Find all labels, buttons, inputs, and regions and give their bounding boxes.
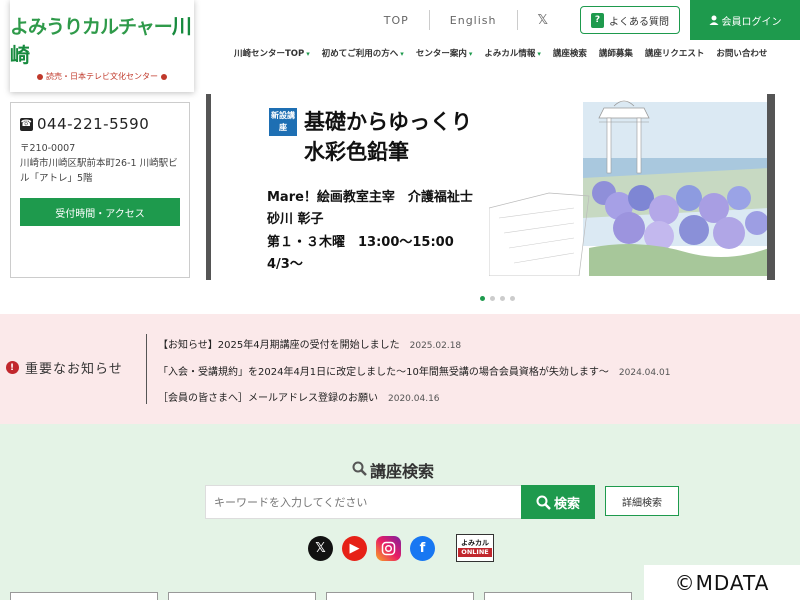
notices-heading: 重要なお知らせ (25, 362, 123, 377)
nav-item[interactable]: 講座検索 (547, 44, 593, 65)
nav-item-label: よみカル情報 (484, 49, 536, 59)
youtube-icon[interactable]: ▶ (342, 535, 367, 561)
login-button[interactable]: 会員ログイン (690, 0, 800, 40)
bottom-tab[interactable] (168, 592, 316, 600)
exclamation-icon: ! (6, 361, 19, 374)
yomikaru-online-icon[interactable]: よみカル ONLINE (456, 534, 494, 562)
top-link[interactable]: TOP (364, 14, 429, 27)
x-icon[interactable]: 𝕏 (518, 13, 568, 28)
search-title: 講座検索 (370, 462, 435, 481)
watermark: ©MDATA (644, 565, 800, 600)
faq-button[interactable]: ? よくある質問 (580, 6, 680, 34)
bottom-tab[interactable] (10, 592, 158, 600)
banner-title-2: 水彩色鉛筆 (304, 140, 409, 164)
social-links: 𝕏 ▶ f よみカル ONLINE (308, 534, 494, 562)
notice-text: 【お知らせ】2025年4月期講座の受付を開始しました (158, 340, 400, 351)
search-button[interactable]: 検索 (521, 485, 595, 519)
search-icon (352, 461, 367, 480)
x-icon[interactable]: 𝕏 (308, 535, 333, 561)
notice-date: 2020.04.16 (388, 394, 440, 404)
caret-down-icon: ▾ (468, 50, 473, 58)
logo-dot-icon (37, 73, 43, 80)
phone-icon: ☎ (20, 117, 33, 131)
nav-item-label: 川崎センターTOP (234, 49, 305, 59)
faq-label: よくある質問 (609, 16, 669, 28)
search-icon (536, 495, 551, 510)
nav-item[interactable]: お問い合わせ (710, 44, 773, 65)
question-icon: ? (591, 12, 604, 28)
nav-item-label: お問い合わせ (716, 49, 768, 59)
access-button[interactable]: 受付時間・アクセス (20, 198, 180, 226)
notice-text: ［会員の皆さまへ］メールアドレス登録のお願い (158, 393, 378, 404)
site-logo[interactable]: よみうりカルチャー川崎 読売・日本テレビ文化センター (10, 0, 194, 92)
login-label: 会員ログイン (721, 16, 782, 28)
bottom-tabs (10, 592, 632, 600)
carousel-dot[interactable] (500, 296, 505, 301)
nav-item-label: 講座リクエスト (644, 49, 705, 59)
yomikaru-label: よみカル (461, 539, 489, 547)
hero-banner[interactable]: 新設講座 基礎からゆっくり 水彩色鉛筆 Mare！絵画教室主宰 介護福祉士 砂川… (206, 94, 767, 280)
banner-schedule: 第１・３木曜 13:00〜15:00 (267, 235, 454, 250)
carousel-dot[interactable] (510, 296, 515, 301)
nav-item-label: 講座検索 (552, 49, 587, 59)
notice-date: 2025.02.18 (409, 341, 462, 351)
person-icon (709, 15, 718, 25)
nav-item-label: 初めてご利用の方へ (321, 49, 399, 59)
search-input[interactable] (205, 485, 522, 519)
online-label: ONLINE (458, 548, 492, 557)
instagram-icon[interactable] (376, 535, 401, 561)
nav-item[interactable]: よみカル情報 ▾ (478, 44, 547, 65)
notice-date: 2024.04.01 (618, 368, 671, 378)
nav-item[interactable]: 講座リクエスト (639, 44, 711, 65)
notice-text: 「入会・受講規約」を2024年4月1日に改定しました〜10年間無受講の場合会員資… (158, 367, 609, 378)
postal-code: 〒210-0007 (20, 143, 76, 154)
gazebo-illustration (489, 100, 767, 276)
top-bar: TOP English 𝕏 ? よくある質問 会員ログイン (364, 0, 800, 40)
nav-item[interactable]: 講師募集 (593, 44, 639, 65)
nav-item[interactable]: 初めてご利用の方へ ▾ (316, 44, 410, 65)
caret-down-icon: ▾ (400, 50, 404, 58)
search-button-label: 検索 (553, 496, 580, 512)
nav-item-label: センター案内 (415, 49, 467, 59)
important-notices: ! 重要なお知らせ 【お知らせ】2025年4月期講座の受付を開始しました 2025… (0, 314, 800, 424)
carousel-dot[interactable] (480, 296, 485, 301)
nav-item-label: 講師募集 (598, 49, 633, 59)
address: 川崎市川崎区駅前本町26-1 川崎駅ビル「アトレ」5階 (20, 158, 178, 184)
carousel-dots (480, 296, 515, 301)
caret-down-icon: ▾ (306, 50, 310, 58)
nav-item[interactable]: センター案内 ▾ (410, 44, 479, 65)
divider (146, 334, 147, 404)
new-course-badge: 新設講座 (269, 108, 297, 136)
banner-instructor-name: 砂川 彰子 (267, 212, 324, 227)
notice-item[interactable]: 「入会・受講規約」を2024年4月1日に改定しました〜10年間無受講の場合会員資… (158, 363, 670, 378)
banner-title-1: 基礎からゆっくり (304, 110, 472, 134)
bottom-tab[interactable] (326, 592, 474, 600)
advanced-search-button[interactable]: 詳細検索 (605, 486, 679, 516)
carousel-dot[interactable] (490, 296, 495, 301)
phone-number[interactable]: 044-221-5590 (37, 115, 149, 133)
banner-instructor-role: Mare！絵画教室主宰 介護福祉士 (267, 190, 473, 205)
english-link[interactable]: English (430, 14, 517, 27)
bottom-tab[interactable] (484, 592, 632, 600)
logo-sub-text: 読売・日本テレビ文化センター (46, 72, 158, 81)
main-nav: 川崎センターTOP ▾ 初めてご利用の方へ ▾ センター案内 ▾ よみカル情報 ▾ 講座検索 講師… (228, 44, 796, 65)
carousel-next-slide[interactable] (767, 94, 775, 280)
caret-down-icon: ▾ (537, 50, 541, 58)
notice-item[interactable]: 【お知らせ】2025年4月期講座の受付を開始しました 2025.02.18 (158, 336, 461, 351)
nav-item[interactable]: 川崎センターTOP ▾ (228, 44, 316, 65)
logo-main-text: よみうりカルチャー (10, 16, 173, 38)
facebook-icon[interactable]: f (410, 535, 435, 561)
notice-item[interactable]: ［会員の皆さまへ］メールアドレス登録のお願い 2020.04.16 (158, 389, 440, 404)
contact-card: ☎ 044-221-5590 〒210-0007 川崎市川崎区駅前本町26-1 … (10, 102, 190, 278)
logo-dot-icon (161, 73, 167, 80)
banner-start-date: 4/3〜 (267, 257, 303, 272)
